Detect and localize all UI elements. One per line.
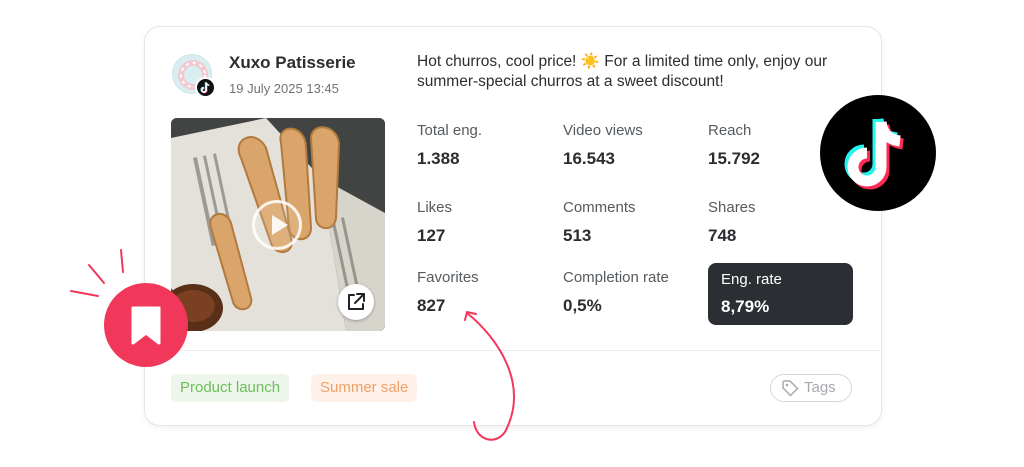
metric-favorites-label: Favorites bbox=[417, 269, 479, 286]
tag-icon bbox=[782, 380, 799, 397]
metric-video-views-label: Video views bbox=[563, 122, 643, 139]
bookmark-icon bbox=[104, 283, 188, 367]
metric-completion-rate-label: Completion rate bbox=[563, 269, 669, 286]
metric-comments-label: Comments bbox=[563, 199, 636, 216]
tag-summer-sale[interactable]: Summer sale bbox=[311, 374, 418, 402]
metric-reach-label: Reach bbox=[708, 122, 752, 139]
play-icon[interactable] bbox=[252, 200, 302, 250]
external-link-icon[interactable] bbox=[338, 284, 374, 320]
post-caption: Hot churros, cool price! ☀️ For a limite… bbox=[417, 53, 828, 90]
metric-likes-value: 127 bbox=[417, 226, 446, 245]
metric-total-eng-value: 1.388 bbox=[417, 149, 460, 168]
divider bbox=[145, 350, 881, 351]
tags-button-label: Tags bbox=[804, 379, 836, 396]
metric-completion-rate-value: 0,5% bbox=[563, 296, 602, 315]
tiktok-icon bbox=[195, 77, 216, 98]
post-date: 19 July 2025 13:45 bbox=[229, 81, 339, 96]
tag-product-launch[interactable]: Product launch bbox=[171, 374, 290, 402]
author-name[interactable]: Xuxo Patisserie bbox=[229, 53, 356, 73]
metric-favorites-value: 827 bbox=[417, 296, 446, 315]
metric-comments-value: 513 bbox=[563, 226, 592, 245]
metric-likes-label: Likes bbox=[417, 199, 453, 216]
metric-eng-rate-value: 8,79% bbox=[721, 297, 770, 316]
metric-shares-label: Shares bbox=[708, 199, 756, 216]
metric-eng-rate-label: Eng. rate bbox=[721, 271, 782, 288]
tags-button[interactable]: Tags bbox=[770, 374, 852, 402]
metric-video-views-value: 16.543 bbox=[563, 149, 615, 168]
metric-total-eng-label: Total eng. bbox=[417, 122, 483, 139]
eng-rate-highlight: Eng. rate 8,79% bbox=[708, 263, 853, 325]
tiktok-logo bbox=[820, 95, 936, 211]
metric-reach-value: 15.792 bbox=[708, 149, 760, 168]
metric-shares-value: 748 bbox=[708, 226, 737, 245]
